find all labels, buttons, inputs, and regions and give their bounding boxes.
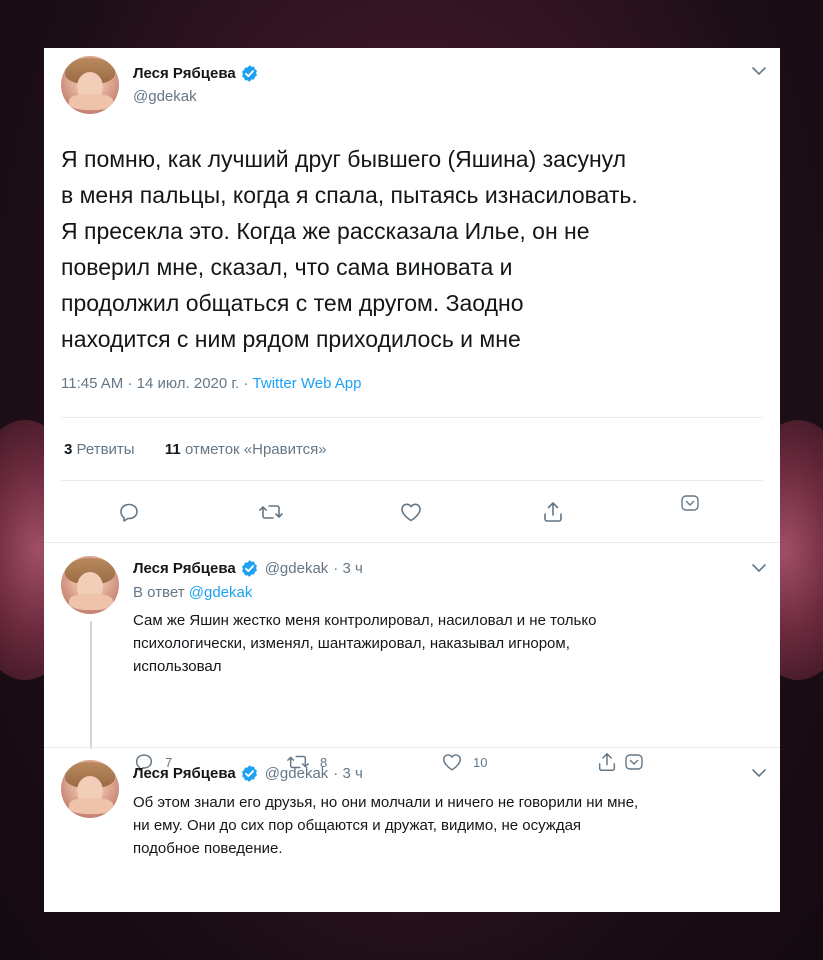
tweet-text: Об этом знали его друзья, но они молчали… [133, 794, 639, 857]
separator: · [123, 375, 137, 392]
in-reply-to: В ответ @gdekak [133, 584, 253, 601]
reply-tweet[interactable]: Леся Рябцева @gdekak · 3 ч Об этом знали… [44, 748, 780, 912]
author-handle[interactable]: @gdekak [265, 560, 329, 577]
avatar[interactable] [61, 760, 119, 818]
divider [61, 417, 763, 418]
verified-badge-icon [241, 765, 257, 782]
verified-badge-icon [241, 65, 257, 82]
retweets-stat[interactable]: 3 Ретвиты [64, 441, 135, 458]
likes-stat[interactable]: 11 отметок «Нравится» [165, 441, 327, 458]
timestamp[interactable]: · 3 ч [333, 765, 363, 782]
retweet-button[interactable] [258, 500, 284, 524]
separator: · [239, 375, 253, 392]
tweet-text: Сам же Яшин жестко меня контролировал, н… [133, 612, 597, 675]
chevron-down-icon[interactable] [752, 563, 766, 573]
author-name-row: Леся Рябцева @gdekak · 3 ч [133, 764, 363, 783]
like-button[interactable] [399, 500, 423, 524]
chevron-down-icon[interactable] [752, 66, 766, 76]
reply-tweet[interactable]: Леся Рябцева @gdekak · 3 ч В ответ @gdek… [44, 543, 780, 771]
tweet-time[interactable]: 11:45 AM [61, 375, 123, 392]
author-name-row: Леся Рябцева [133, 64, 259, 83]
author-name[interactable]: Леся Рябцева [133, 65, 236, 82]
avatar[interactable] [61, 56, 119, 114]
tweet-date[interactable]: 14 июл. 2020 г. [137, 375, 240, 392]
tweet-thread-card: Леся Рябцева @gdekak Я помню, как лучший… [44, 48, 780, 912]
tweet-text: Я помню, как лучший друг бывшего (Яшина)… [61, 146, 638, 352]
mention-link[interactable]: @gdekak [189, 584, 253, 601]
thread-line [90, 621, 92, 749]
author-handle[interactable]: @gdekak [265, 765, 329, 782]
author-name[interactable]: Леся Рябцева [133, 560, 236, 577]
tweet-stats: 3 Ретвиты 11 отметок «Нравится» [64, 441, 327, 458]
reply-button[interactable] [117, 500, 141, 524]
author-name-row: Леся Рябцева @gdekak · 3 ч [133, 559, 363, 578]
verified-badge-icon [241, 560, 257, 577]
author-name[interactable]: Леся Рябцева [133, 765, 236, 782]
tweet-source-link[interactable]: Twitter Web App [253, 375, 362, 392]
tweet-meta: 11:45 AM · 14 июл. 2020 г. · Twitter Web… [61, 375, 362, 392]
chevron-box-icon [681, 495, 699, 511]
retweet-icon [259, 505, 283, 519]
share-icon [544, 502, 562, 522]
reply-icon [120, 503, 138, 522]
heart-icon [401, 503, 421, 522]
avatar[interactable] [61, 556, 119, 614]
chevron-down-icon[interactable] [752, 768, 766, 778]
timestamp[interactable]: · 3 ч [333, 560, 363, 577]
divider [61, 480, 763, 481]
share-button[interactable] [541, 500, 565, 524]
author-handle[interactable]: @gdekak [133, 88, 197, 105]
tweet-menu-button[interactable] [680, 494, 700, 514]
